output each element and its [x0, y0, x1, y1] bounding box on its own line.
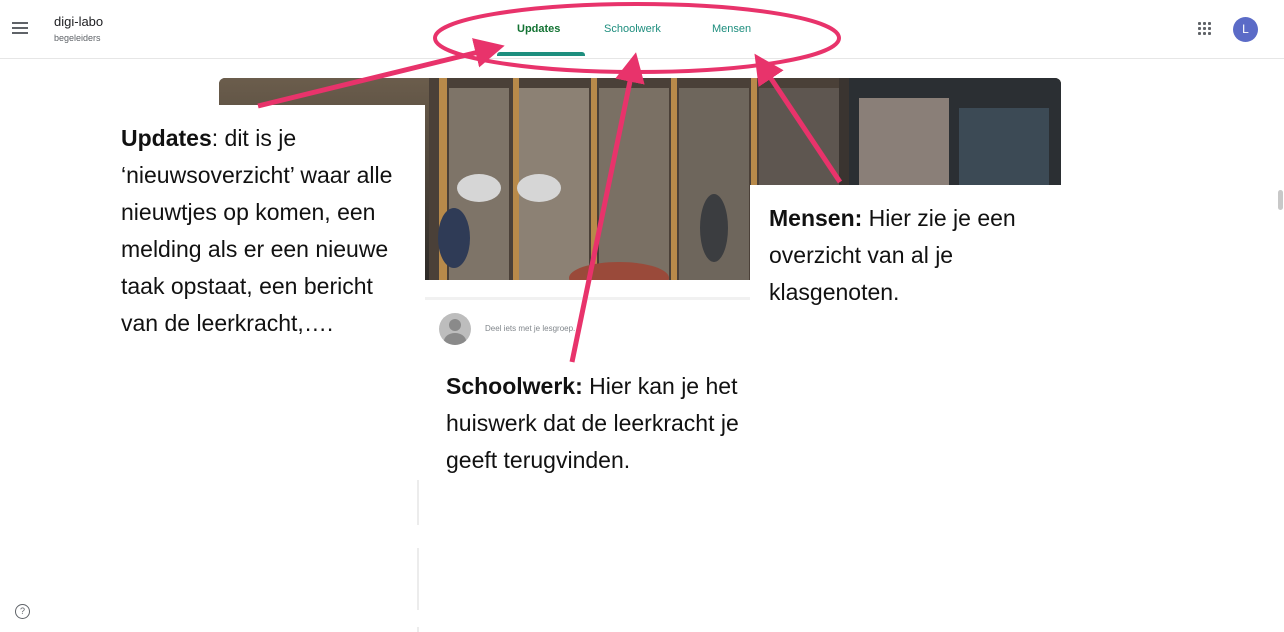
card-edge: [417, 548, 419, 610]
annotation-mensen: Mensen: Hier zie je een overzicht van al…: [769, 200, 1079, 311]
annotation-schoolwerk-title: Schoolwerk:: [446, 373, 583, 399]
annotation-mensen-title: Mensen:: [769, 205, 863, 231]
user-avatar-icon: [439, 313, 471, 345]
tab-mensen[interactable]: Mensen: [712, 23, 751, 35]
card-edge: [417, 627, 419, 632]
divider: [425, 297, 750, 300]
class-section: begeleiders: [54, 33, 101, 43]
annotation-schoolwerk: Schoolwerk: Hier kan je het huiswerk dat…: [446, 368, 746, 479]
annotation-updates-title: Updates: [121, 125, 212, 151]
tab-updates[interactable]: Updates: [517, 23, 560, 35]
menu-icon[interactable]: [12, 22, 28, 36]
annotation-updates-text: : dit is je ‘nieuwsoverzicht’ waar alle …: [121, 125, 393, 336]
share-input[interactable]: Deel iets met je lesgroep...: [485, 324, 580, 333]
card-edge: [417, 480, 419, 525]
class-name[interactable]: digi-labo: [54, 14, 103, 29]
active-tab-indicator: [497, 52, 585, 56]
tab-schoolwerk[interactable]: Schoolwerk: [604, 23, 661, 35]
help-icon[interactable]: ?: [15, 604, 30, 619]
annotation-updates: Updates: dit is je ‘nieuwsoverzicht’ waa…: [121, 120, 411, 342]
apps-grid-icon[interactable]: [1198, 22, 1212, 36]
scrollbar[interactable]: [1278, 190, 1283, 210]
avatar[interactable]: L: [1233, 17, 1258, 42]
